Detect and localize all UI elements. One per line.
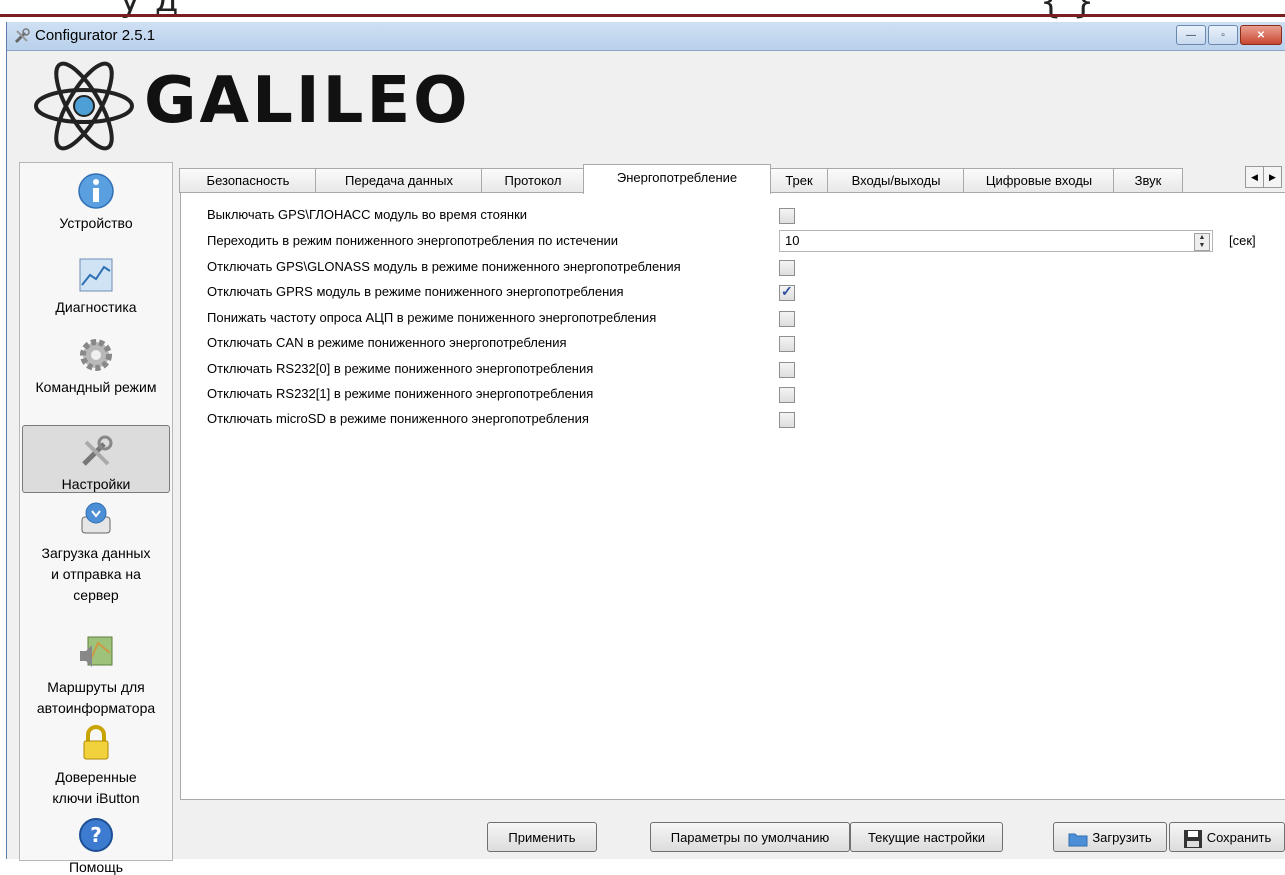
close-button[interactable]: ✕ <box>1240 25 1282 45</box>
sidebar-item-device[interactable]: Устройство <box>20 171 172 231</box>
sidebar-item-label: Маршруты для автоинформатора <box>36 679 156 716</box>
load-button-label: Загрузить <box>1092 830 1152 845</box>
logo-wordmark: GALILEO <box>144 64 471 138</box>
sidebar-item-label: Диагностика <box>55 299 137 315</box>
setting-checkbox[interactable]: ✓ <box>779 283 795 301</box>
sidebar-item-settings[interactable]: Настройки <box>22 425 170 493</box>
sidebar-item-label: Помощь <box>68 859 124 875</box>
setting-label: Переходить в режим пониженного энергопот… <box>207 233 619 248</box>
sidebar-item-data-upload[interactable]: Загрузка данных и отправка на сервер <box>20 499 172 606</box>
sidebar-item-ibutton-keys[interactable]: Доверенные ключи iButton <box>20 723 172 809</box>
svg-text:?: ? <box>90 823 102 847</box>
setting-checkbox[interactable] <box>779 311 795 327</box>
setting-checkbox[interactable] <box>779 362 795 378</box>
help-icon: ? <box>79 818 113 852</box>
info-icon <box>78 173 114 209</box>
document-text: у д <box>120 0 181 20</box>
tab-bar: Безопасность Передача данных Протокол Эн… <box>179 164 1282 194</box>
lock-icon <box>83 725 109 760</box>
window-title: Configurator 2.5.1 <box>35 27 156 44</box>
tab-data-transfer[interactable]: Передача данных <box>315 168 483 193</box>
sidebar: Устройство Диагностика Командный режим Н… <box>19 162 173 875</box>
sidebar-item-command-mode[interactable]: Командный режим <box>20 335 172 395</box>
tools-icon <box>82 435 113 466</box>
tab-scroll-left-icon[interactable]: ◀ <box>1245 166 1264 188</box>
save-button[interactable]: Сохранить <box>1169 822 1285 852</box>
setting-label: Выключать GPS\ГЛОНАСС модуль во время ст… <box>207 207 528 222</box>
title-bar[interactable]: Configurator 2.5.1 — ▫ ✕ <box>7 22 1285 51</box>
minimize-button[interactable]: — <box>1176 25 1206 45</box>
sidebar-item-help[interactable]: ? Помощь <box>20 815 172 875</box>
tab-scroll-right-icon[interactable]: ▶ <box>1263 166 1282 188</box>
checkmark-icon: ✓ <box>781 283 793 299</box>
setting-label: Отключать GPRS модуль в режиме пониженно… <box>207 284 624 299</box>
map-speaker-icon <box>80 636 113 667</box>
tab-digital-inputs[interactable]: Цифровые входы <box>963 168 1115 193</box>
setting-label: Отключать RS232[0] в режиме пониженного … <box>207 361 594 376</box>
defaults-button[interactable]: Параметры по умолчанию <box>650 822 850 852</box>
document-brace: { } <box>1040 0 1095 22</box>
download-icon <box>81 502 111 534</box>
setting-label: Отключать GPS\GLONASS модуль в режиме по… <box>207 259 681 274</box>
tab-track[interactable]: Трек <box>769 168 829 193</box>
setting-label: Отключать microSD в режиме пониженного э… <box>207 411 589 426</box>
save-button-label: Сохранить <box>1206 830 1272 845</box>
sidebar-item-label: Доверенные ключи iButton <box>52 769 140 806</box>
setting-label: Отключать RS232[1] в режиме пониженного … <box>207 386 594 401</box>
folder-icon <box>1068 833 1088 847</box>
load-button[interactable]: Загрузить <box>1053 822 1167 852</box>
atom-icon <box>34 61 134 151</box>
gear-icon <box>80 339 112 371</box>
maximize-button[interactable]: ▫ <box>1208 25 1238 45</box>
current-settings-button[interactable]: Текущие настройки <box>850 822 1003 852</box>
document-rule <box>0 14 1285 17</box>
setting-checkbox[interactable] <box>779 412 795 428</box>
document-fragment: у д { } <box>0 0 1285 22</box>
sidebar-item-label: Командный режим <box>35 379 157 395</box>
setting-checkbox[interactable] <box>779 208 795 224</box>
tab-io[interactable]: Входы/выходы <box>827 168 965 193</box>
tab-power-consumption[interactable]: Энергопотребление <box>583 164 771 194</box>
sidebar-item-label: Настройки <box>61 476 131 492</box>
timeout-spinbox[interactable]: 10 ▲ ▼ <box>779 230 1213 252</box>
setting-checkbox[interactable] <box>779 260 795 276</box>
sidebar-item-label: Устройство <box>59 215 133 231</box>
setting-checkbox[interactable] <box>779 387 795 403</box>
apply-button[interactable]: Применить <box>487 822 597 852</box>
power-settings-panel: Выключать GPS\ГЛОНАСС модуль во время ст… <box>180 192 1285 800</box>
galileo-logo: GALILEO <box>29 54 468 154</box>
tools-icon <box>14 28 30 44</box>
sidebar-item-label: Загрузка данных и отправка на сервер <box>41 545 151 603</box>
spinbox-arrows-icon[interactable]: ▲ ▼ <box>1194 233 1210 251</box>
spinbox-value: 10 <box>785 233 800 248</box>
tab-security[interactable]: Безопасность <box>179 168 317 193</box>
window-controls: — ▫ ✕ <box>1176 25 1282 45</box>
setting-checkbox[interactable] <box>779 336 795 352</box>
chart-icon <box>79 258 113 292</box>
sidebar-item-diagnostics[interactable]: Диагностика <box>20 255 172 315</box>
spinbox-unit: [сек] <box>1229 233 1256 248</box>
setting-label: Понижать частоту опроса АЦП в режиме пон… <box>207 310 657 325</box>
setting-label: Отключать CAN в режиме пониженного энерг… <box>207 335 567 350</box>
floppy-disk-icon <box>1183 829 1202 848</box>
tab-protocol[interactable]: Протокол <box>481 168 585 193</box>
sidebar-item-routes[interactable]: Маршруты для автоинформатора <box>20 633 172 719</box>
tab-sound[interactable]: Звук <box>1113 168 1183 193</box>
configurator-window: Configurator 2.5.1 — ▫ ✕ GALILEO Устройс… <box>6 22 1285 875</box>
